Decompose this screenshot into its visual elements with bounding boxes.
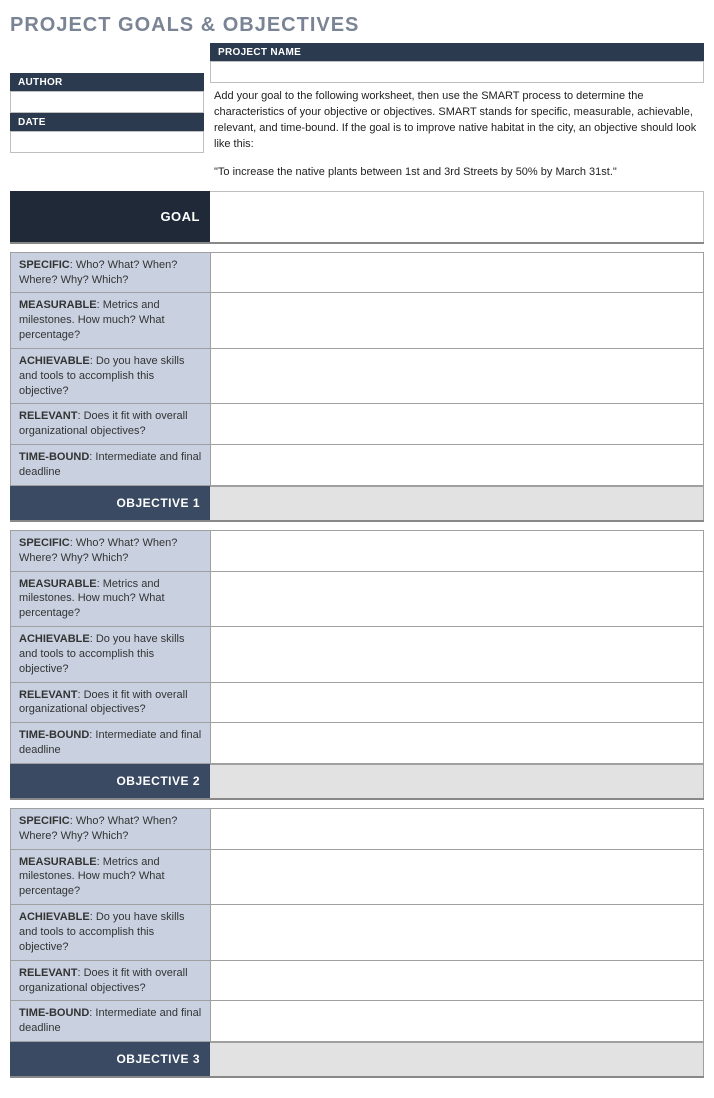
description-p1: Add your goal to the following worksheet…: [214, 89, 700, 153]
description-block: Add your goal to the following worksheet…: [210, 83, 704, 181]
timebound-input-2[interactable]: [211, 723, 703, 763]
goal-row: GOAL: [10, 191, 704, 244]
specific-label: SPECIFIC: Who? What? When? Where? Why? W…: [11, 809, 211, 849]
measurable-label: MEASURABLE: Metrics and milestones. How …: [11, 293, 211, 348]
objective-2-row: OBJECTIVE 2: [10, 764, 704, 800]
measurable-label: MEASURABLE: Metrics and milestones. How …: [11, 572, 211, 627]
timebound-input-3[interactable]: [211, 1001, 703, 1041]
achievable-input-3[interactable]: [211, 905, 703, 960]
relevant-input-2[interactable]: [211, 683, 703, 723]
specific-label: SPECIFIC: Who? What? When? Where? Why? W…: [11, 253, 211, 293]
relevant-input-3[interactable]: [211, 961, 703, 1001]
specific-input-3[interactable]: [211, 809, 703, 849]
timebound-label: TIME-BOUND: Intermediate and final deadl…: [11, 1001, 211, 1041]
smart-table-2: SPECIFIC: Who? What? When? Where? Why? W…: [10, 530, 704, 764]
relevant-input-1[interactable]: [211, 404, 703, 444]
timebound-label: TIME-BOUND: Intermediate and final deadl…: [11, 445, 211, 485]
date-label: DATE: [10, 113, 204, 131]
relevant-label: RELEVANT: Does it fit with overall organ…: [11, 683, 211, 723]
specific-input-2[interactable]: [211, 531, 703, 571]
objective-2-label: OBJECTIVE 2: [10, 764, 210, 798]
header-grid: AUTHOR DATE PROJECT NAME Add your goal t…: [10, 43, 704, 181]
project-name-label: PROJECT NAME: [210, 43, 704, 61]
objective-1-input[interactable]: [210, 486, 704, 520]
achievable-label: ACHIEVABLE: Do you have skills and tools…: [11, 349, 211, 404]
achievable-input-2[interactable]: [211, 627, 703, 682]
relevant-label: RELEVANT: Does it fit with overall organ…: [11, 961, 211, 1001]
goal-input[interactable]: [210, 191, 704, 242]
timebound-input-1[interactable]: [211, 445, 703, 485]
objective-2-input[interactable]: [210, 764, 704, 798]
objective-1-row: OBJECTIVE 1: [10, 486, 704, 522]
timebound-label: TIME-BOUND: Intermediate and final deadl…: [11, 723, 211, 763]
author-label: AUTHOR: [10, 73, 204, 91]
page-title: PROJECT GOALS & OBJECTIVES: [10, 14, 704, 37]
objective-3-input[interactable]: [210, 1042, 704, 1076]
date-input[interactable]: [10, 131, 204, 153]
measurable-input-2[interactable]: [211, 572, 703, 627]
smart-table-3: SPECIFIC: Who? What? When? Where? Why? W…: [10, 808, 704, 1042]
achievable-label: ACHIEVABLE: Do you have skills and tools…: [11, 627, 211, 682]
objective-1-label: OBJECTIVE 1: [10, 486, 210, 520]
project-name-input[interactable]: [210, 61, 704, 83]
relevant-label: RELEVANT: Does it fit with overall organ…: [11, 404, 211, 444]
achievable-label: ACHIEVABLE: Do you have skills and tools…: [11, 905, 211, 960]
specific-label: SPECIFIC: Who? What? When? Where? Why? W…: [11, 531, 211, 571]
measurable-label: MEASURABLE: Metrics and milestones. How …: [11, 850, 211, 905]
achievable-input-1[interactable]: [211, 349, 703, 404]
goal-label: GOAL: [10, 191, 210, 242]
objective-3-row: OBJECTIVE 3: [10, 1042, 704, 1078]
smart-table-1: SPECIFIC: Who? What? When? Where? Why? W…: [10, 252, 704, 486]
measurable-input-1[interactable]: [211, 293, 703, 348]
measurable-input-3[interactable]: [211, 850, 703, 905]
description-p2: "To increase the native plants between 1…: [214, 165, 700, 181]
objective-3-label: OBJECTIVE 3: [10, 1042, 210, 1076]
author-input[interactable]: [10, 91, 204, 113]
specific-input-1[interactable]: [211, 253, 703, 293]
